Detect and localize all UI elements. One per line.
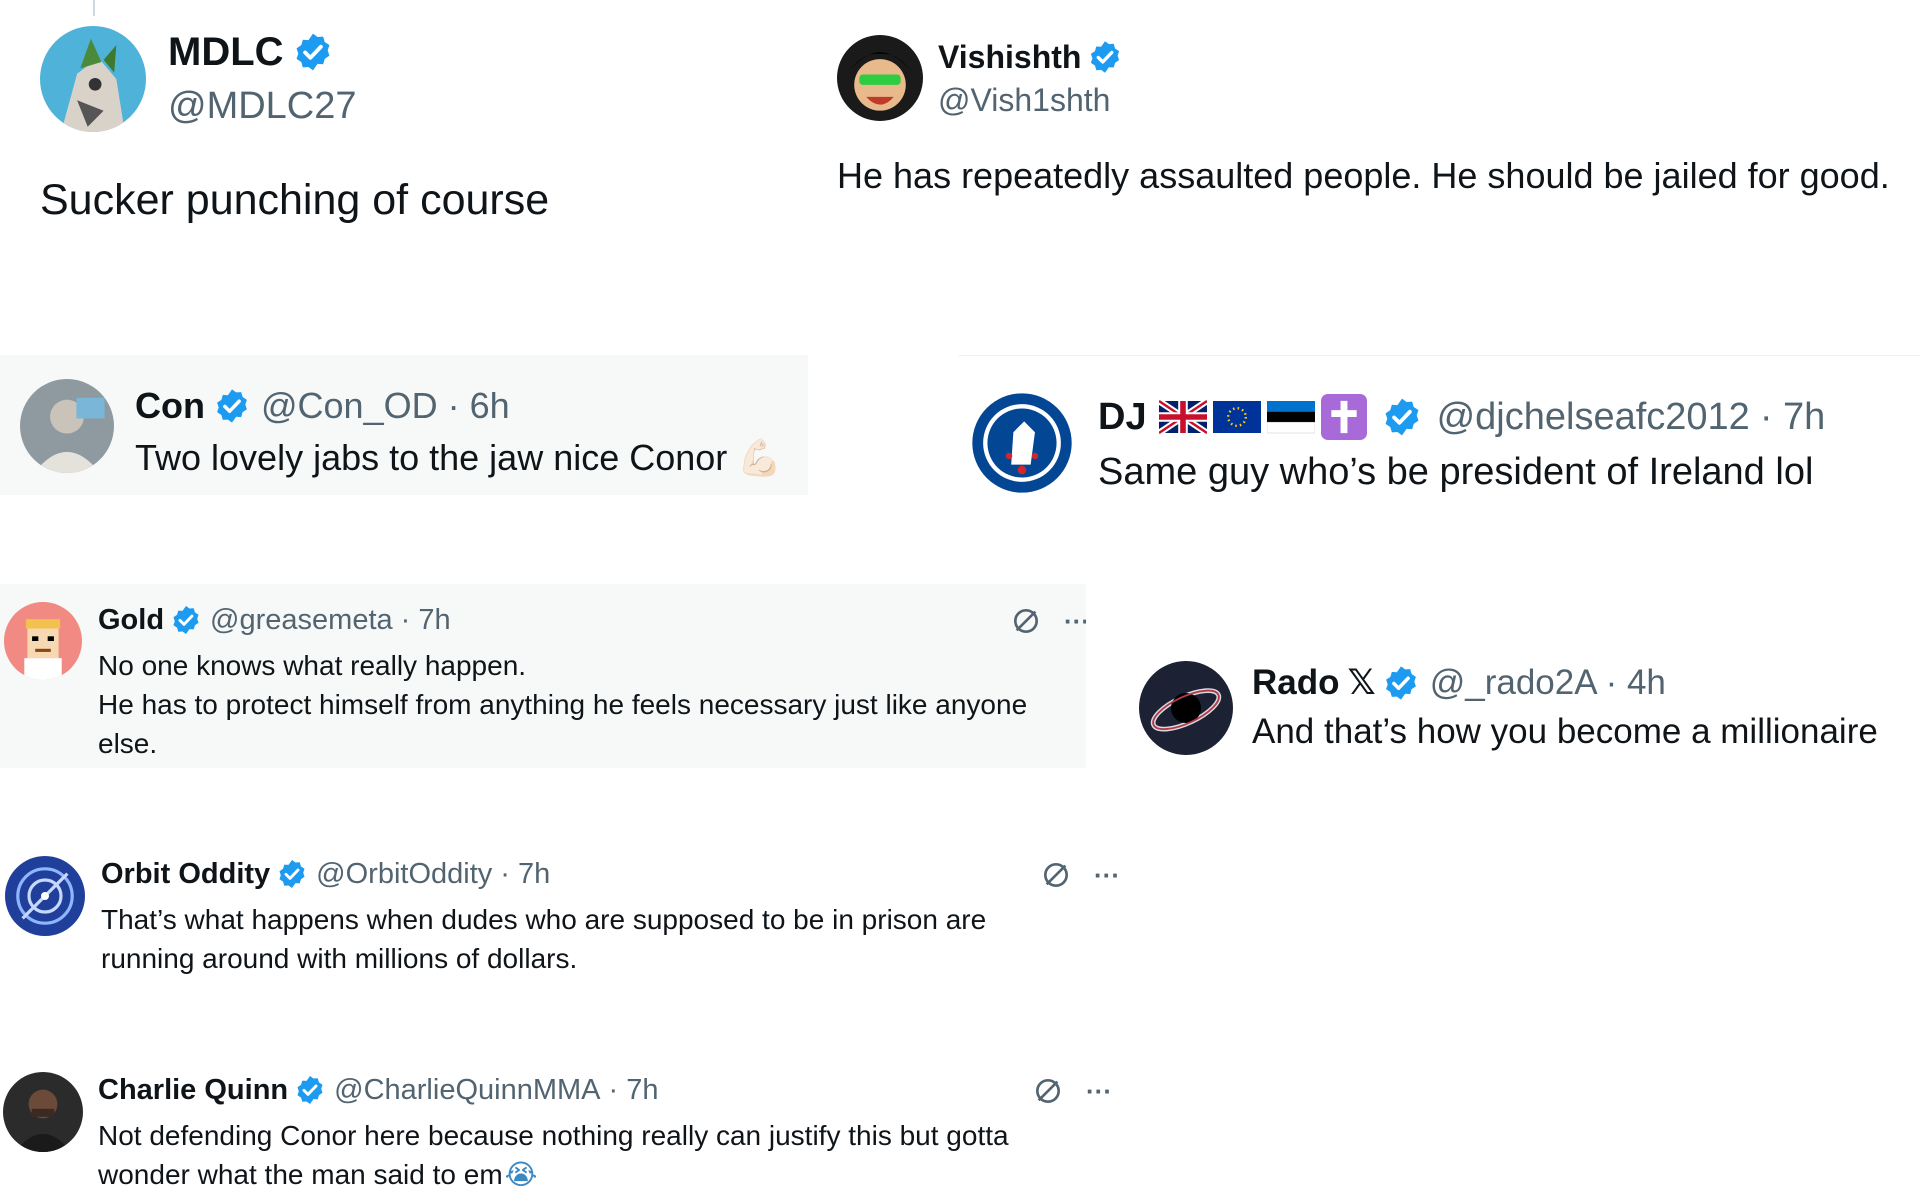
grok-slash-circle-icon[interactable]: [1040, 859, 1072, 891]
avatar-black-hole-icon[interactable]: [1139, 661, 1233, 755]
more-options-button[interactable]: ···: [1094, 860, 1120, 891]
uk-flag-icon: [1156, 398, 1209, 436]
tweet-charlie-quinn[interactable]: Charlie Quinn @CharlieQuinnMMA · 7h ··· …: [0, 1058, 1140, 1200]
tweet-text-line: That’s what happens when dudes who are s…: [101, 904, 987, 935]
tweet-rado[interactable]: Rado 𝕏 @_rado2A · 4h And that’s how you …: [1130, 640, 1920, 770]
avatar-man-icon[interactable]: [3, 1072, 83, 1152]
cross-icon: [1320, 394, 1367, 440]
user-name[interactable]: Charlie Quinn: [98, 1074, 288, 1107]
tweet-text: Same guy who’s be president of Ireland l…: [1098, 451, 1814, 493]
estonia-flag-icon: [1266, 400, 1315, 434]
user-name[interactable]: Orbit Oddity: [101, 858, 270, 891]
verified-badge-icon: [213, 387, 251, 425]
tweet-orbit-oddity[interactable]: Orbit Oddity @OrbitOddity · 7h ··· That’…: [0, 840, 1140, 990]
user-name[interactable]: Vishishth: [938, 39, 1081, 76]
tweet-text-line: else.: [98, 728, 158, 759]
tweet-mdlc[interactable]: MDLC @MDLC27 Sucker punching of course: [0, 0, 800, 300]
user-name[interactable]: Con: [135, 385, 205, 427]
verified-badge-icon: [1382, 664, 1420, 702]
tweet-dj[interactable]: DJ @djchelseafc2012 · 7h Same guy who’s …: [958, 355, 1920, 515]
tweet-text-line: He has to protect himself from anything …: [98, 689, 1028, 720]
verified-badge-icon: [1381, 396, 1423, 438]
verified-badge-icon: [276, 858, 308, 890]
avatar-wolf-icon[interactable]: [40, 26, 146, 132]
tweet-text: And that’s how you become a millionaire: [1252, 712, 1878, 751]
user-handle[interactable]: @MDLC27: [168, 85, 357, 128]
user-handle[interactable]: @Vish1shth: [938, 82, 1110, 119]
more-options-button[interactable]: ···: [1086, 1076, 1112, 1107]
avatar-person-icon[interactable]: [20, 379, 114, 473]
divider: [958, 355, 1920, 356]
user-handle[interactable]: @Con_OD: [261, 385, 438, 427]
tweet-text: He has repeatedly assaulted people. He s…: [837, 155, 1890, 196]
user-name[interactable]: Rado: [1252, 663, 1340, 703]
user-name[interactable]: Gold: [98, 604, 164, 637]
tweet-time[interactable]: · 4h: [1606, 663, 1666, 703]
tweet-text-line: No one knows what really happen.: [98, 650, 527, 681]
verified-badge-icon: [294, 1074, 326, 1106]
user-handle[interactable]: @djchelseafc2012: [1437, 396, 1750, 439]
verified-badge-icon: [1087, 39, 1123, 75]
user-handle[interactable]: @greasemeta: [210, 604, 393, 637]
more-options-button[interactable]: ···: [1064, 606, 1086, 637]
tweet-time[interactable]: · 7h: [401, 604, 451, 637]
grok-slash-circle-icon[interactable]: [1010, 605, 1042, 637]
avatar-pixel-character-icon[interactable]: [4, 602, 82, 680]
user-name[interactable]: MDLC: [168, 30, 284, 75]
eu-flag-icon: [1212, 400, 1261, 434]
tweet-text-line: Not defending Conor here because nothing…: [98, 1120, 1009, 1151]
avatar-cartoon-face-icon[interactable]: [837, 35, 923, 121]
tweet-text-line: running around with millions of dollars.: [101, 943, 578, 974]
x-logo-icon: 𝕏: [1347, 663, 1376, 703]
tweet-text-line: wonder what the man said to em: [98, 1159, 503, 1190]
tweet-vishishth[interactable]: Vishishth @Vish1shth He has repeatedly a…: [830, 0, 1920, 300]
tweet-time[interactable]: · 7h: [500, 858, 550, 891]
verified-badge-icon: [170, 604, 202, 636]
grok-slash-circle-icon[interactable]: [1032, 1075, 1064, 1107]
tweet-time[interactable]: · 6h: [448, 385, 510, 427]
tweet-con[interactable]: Con @Con_OD · 6h Two lovely jabs to the …: [0, 355, 808, 495]
crying-face-emoji: 😭: [504, 1158, 538, 1191]
avatar-chelsea-crest-icon[interactable]: [968, 389, 1076, 497]
avatar-orbit-icon[interactable]: [5, 856, 85, 936]
user-handle[interactable]: @_rado2A: [1430, 663, 1598, 703]
tweet-time[interactable]: · 7h: [1760, 396, 1825, 439]
tweet-text: Sucker punching of course: [40, 176, 550, 224]
tweet-gold[interactable]: Gold @greasemeta · 7h ··· No one knows w…: [0, 584, 1086, 768]
tweet-time[interactable]: · 7h: [609, 1074, 659, 1107]
verified-badge-icon: [292, 31, 334, 73]
flexed-biceps-emoji: 💪🏻: [737, 438, 783, 479]
tweet-text: Two lovely jabs to the jaw nice Conor: [135, 437, 728, 478]
user-handle[interactable]: @OrbitOddity: [316, 858, 492, 891]
user-name[interactable]: DJ: [1098, 396, 1147, 439]
user-handle[interactable]: @CharlieQuinnMMA: [334, 1074, 600, 1107]
